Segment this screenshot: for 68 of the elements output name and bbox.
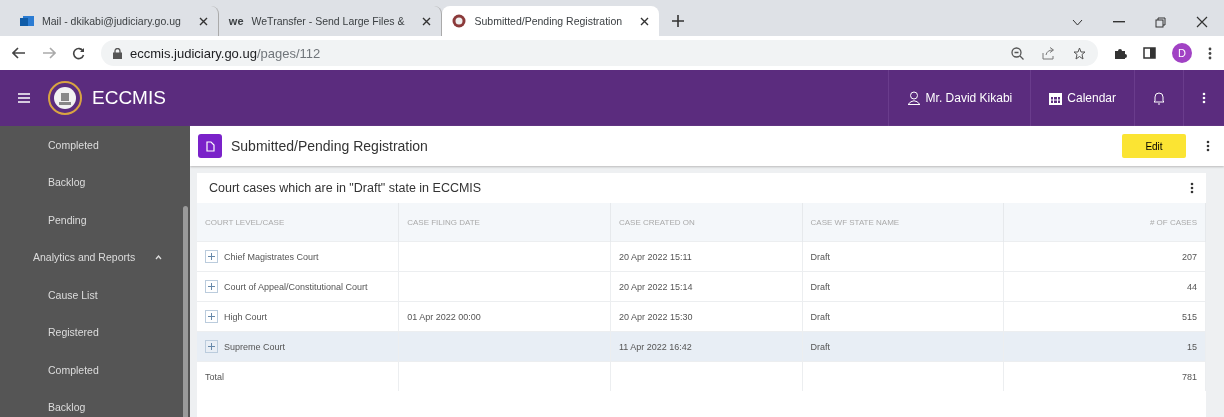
sidebar-item[interactable]: Backlog: [0, 388, 190, 417]
star-icon[interactable]: [1073, 46, 1086, 60]
close-icon[interactable]: [198, 16, 208, 26]
side-panel-icon[interactable]: [1143, 47, 1156, 59]
table-cell: Total: [205, 371, 224, 382]
more-icon[interactable]: [1208, 46, 1212, 60]
more-icon: [1202, 92, 1206, 104]
chevron-down-icon[interactable]: [1072, 18, 1083, 26]
browser-tab[interactable]: Submitted/Pending Registration: [442, 6, 660, 36]
table-cell: Supreme Court: [224, 341, 286, 352]
table-cell: 20 Apr 2022 15:11: [618, 251, 692, 262]
table-cell: 515: [1181, 311, 1197, 322]
share-icon[interactable]: [1042, 46, 1055, 60]
new-tab-icon[interactable]: [671, 14, 686, 28]
user-icon: [906, 91, 921, 105]
sidebar-item[interactable]: Pending: [0, 201, 190, 239]
expand-icon[interactable]: [205, 310, 218, 323]
table-cell: 781: [1181, 371, 1197, 382]
table-cell: Draft: [810, 311, 831, 322]
table-cell: 20 Apr 2022 15:30: [618, 311, 693, 322]
table-cell: 11 Apr 2022 16:42: [618, 341, 692, 352]
expand-icon[interactable]: [205, 250, 218, 263]
edit-button[interactable]: Edit: [1122, 134, 1186, 158]
close-icon[interactable]: [422, 16, 432, 26]
minimize-icon[interactable]: [1113, 21, 1125, 23]
table-cell: 15: [1187, 341, 1197, 352]
close-icon[interactable]: [1196, 16, 1208, 28]
more-icon[interactable]: [1206, 140, 1210, 152]
sidebar-item[interactable]: Registered: [0, 313, 190, 351]
seal-icon: [452, 14, 467, 28]
table-cell: High Court: [224, 311, 268, 322]
scrollbar[interactable]: [183, 206, 188, 417]
table-cell: 20 Apr 2022 15:14: [618, 281, 693, 292]
url-text[interactable]: eccmis.judiciary.go.ug/pages/112: [130, 45, 321, 61]
expand-icon[interactable]: [205, 280, 218, 293]
table-cell: Draft: [810, 251, 831, 262]
app-title: ECCMIS: [92, 87, 166, 109]
sidebar-item[interactable]: Completed: [0, 351, 190, 389]
table-cell: 01 Apr 2022 00:00: [407, 311, 481, 322]
restore-icon[interactable]: [1155, 16, 1166, 28]
card-title: Court cases which are in "Draft" state in ECCMIS: [209, 181, 482, 195]
bell-icon: [1153, 91, 1165, 105]
table-cell: Court of Appeal/Constitutional Court: [224, 281, 368, 292]
calendar-icon: [1049, 91, 1063, 105]
sidebar-item[interactable]: Cause List: [0, 276, 190, 314]
expand-icon[interactable]: [205, 340, 218, 353]
sidebar-item[interactable]: Backlog: [0, 163, 190, 201]
document-icon: [198, 134, 222, 158]
seal-icon: [48, 81, 82, 115]
sidebar-item[interactable]: Completed: [0, 126, 190, 164]
lock-icon: [113, 47, 122, 59]
zoom-out-icon[interactable]: [1011, 46, 1024, 60]
more-icon[interactable]: [1190, 182, 1194, 194]
reload-icon[interactable]: [72, 46, 85, 60]
page-title: Submitted/Pending Registration: [231, 138, 428, 154]
sidebar-group-label: Analytics and Reports: [33, 251, 136, 264]
mail-icon: [20, 14, 34, 28]
table-cell: Draft: [810, 341, 831, 352]
table-cell: Draft: [810, 281, 831, 292]
tab-logo: we: [228, 15, 244, 27]
puzzle-icon[interactable]: [1114, 46, 1127, 60]
sidebar-group[interactable]: Analytics and Reports: [0, 238, 190, 276]
table-cell: Chief Magistrates Court: [224, 251, 319, 262]
table-cell: 44: [1187, 281, 1197, 292]
profile-avatar[interactable]: D: [1172, 43, 1192, 63]
close-icon[interactable]: [640, 16, 650, 26]
back-icon[interactable]: [12, 47, 26, 59]
table-cell: 207: [1181, 251, 1197, 262]
